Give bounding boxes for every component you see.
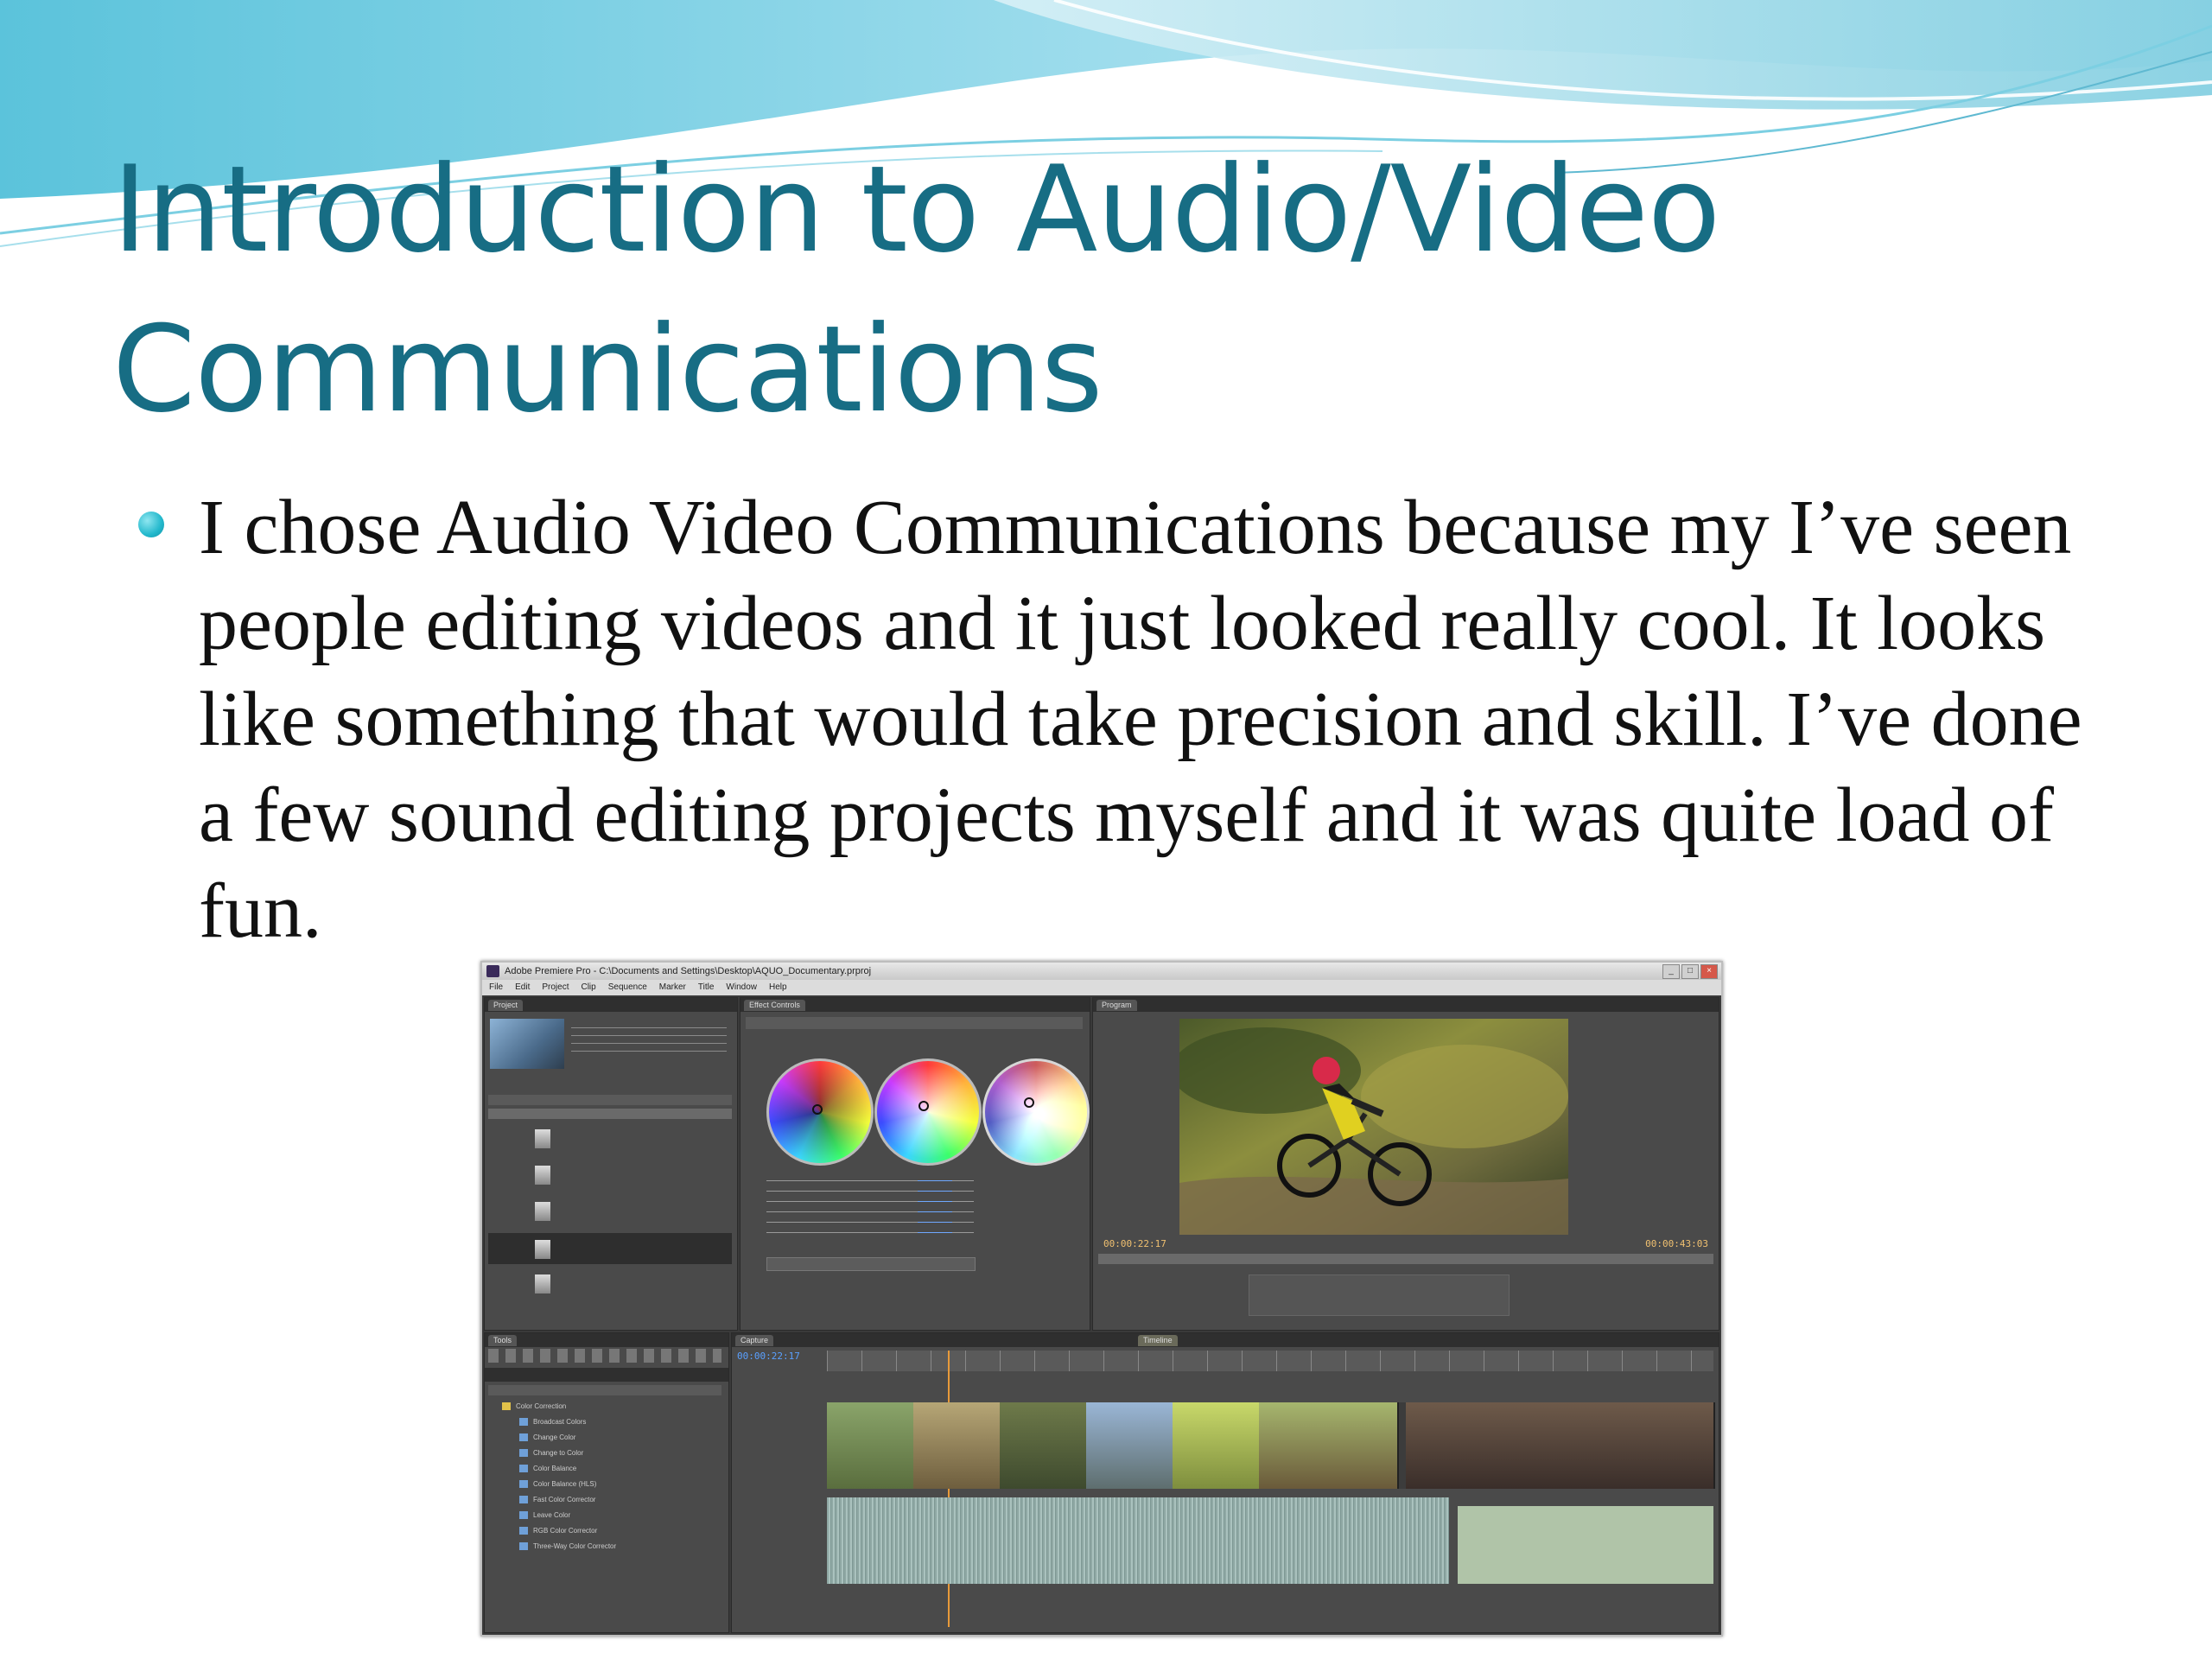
- effects-tree-row: RGB Color Corrector: [519, 1527, 597, 1537]
- wheel-handle: [918, 1101, 929, 1111]
- menu-sequence: Sequence: [607, 982, 647, 992]
- close-icon: ×: [1700, 964, 1718, 979]
- timeline-tab: Timeline: [1138, 1335, 1178, 1346]
- program-monitor-tabs: Program: [1093, 998, 1719, 1012]
- video-clip: [1086, 1402, 1174, 1489]
- slide-title: Introduction to Audio/Video Communicatio…: [112, 140, 1720, 439]
- effect-icon: [519, 1465, 528, 1473]
- menu-help: Help: [769, 982, 787, 992]
- effects-panel: Tools Color Correction Broadcast Colors …: [484, 1332, 729, 1633]
- video-clip: [827, 1402, 915, 1489]
- menu-window: Window: [726, 982, 757, 992]
- effect-icon: [519, 1480, 528, 1489]
- effect-icon: [519, 1496, 528, 1504]
- effects-tree-row: Color Correction: [502, 1402, 566, 1413]
- project-panel: Project: [484, 997, 738, 1331]
- premiere-pro-screenshot: Adobe Premiere Pro - C:\Documents and Se…: [480, 961, 1723, 1637]
- effects-search-bar: [488, 1385, 721, 1395]
- effects-tree-row: Three-Way Color Corrector: [519, 1542, 616, 1553]
- effect-controls-tab: Effect Controls: [744, 1000, 805, 1011]
- timeline-tabs: Capture Timeline: [732, 1333, 1719, 1347]
- bullet-dot-icon: [138, 512, 164, 537]
- effect-icon: [519, 1433, 528, 1442]
- screenshot-titlebar: Adobe Premiere Pro - C:\Documents and Se…: [482, 963, 1721, 980]
- audio-track: [827, 1497, 1449, 1584]
- effect-icon: [519, 1418, 528, 1427]
- minimize-icon: _: [1662, 964, 1680, 979]
- midtones-color-wheel: [874, 1058, 982, 1166]
- program-transport-controls: [1249, 1274, 1510, 1316]
- shadows-color-wheel: [766, 1058, 874, 1166]
- program-mini-timeline: [1098, 1254, 1713, 1264]
- screenshot-window-title: Adobe Premiere Pro - C:\Documents and Se…: [505, 966, 872, 976]
- menu-title: Title: [697, 982, 715, 992]
- auto-level-buttons: [766, 1257, 976, 1271]
- effects-tree-row: Color Balance (HLS): [519, 1480, 596, 1491]
- menu-clip: Clip: [581, 982, 596, 992]
- effect-icon: [519, 1542, 528, 1551]
- effect-icon: [519, 1527, 528, 1535]
- project-preview-thumb: [490, 1019, 564, 1069]
- tools-tab: Tools: [488, 1335, 518, 1346]
- effects-tree-row: Color Balance: [519, 1465, 576, 1475]
- project-item-thumb: [535, 1240, 550, 1259]
- capture-tab: Capture: [735, 1335, 774, 1346]
- effect-controls-header: [746, 1017, 1083, 1029]
- project-item-thumb: [535, 1202, 550, 1221]
- effect-icon: [519, 1511, 528, 1520]
- video-clip: [1000, 1402, 1088, 1489]
- video-track: [827, 1402, 1715, 1489]
- menu-marker: Marker: [658, 982, 686, 992]
- playhead: [948, 1351, 950, 1627]
- project-item-selected: [488, 1233, 732, 1264]
- effect-icon: [519, 1449, 528, 1458]
- video-clip: [1173, 1402, 1261, 1489]
- effect-controls-panel: Effect Controls: [740, 997, 1090, 1331]
- program-timecode-duration: 00:00:43:03: [1645, 1238, 1708, 1249]
- menu-file: File: [489, 982, 504, 992]
- bullet-list: I chose Audio Video Communications becau…: [138, 480, 2126, 959]
- project-search-bar: [488, 1095, 732, 1105]
- project-tab: Project: [488, 1000, 524, 1011]
- bullet-item: I chose Audio Video Communications becau…: [138, 480, 2126, 959]
- wheel-handle: [812, 1104, 823, 1115]
- effects-tree-row: Change Color: [519, 1433, 575, 1444]
- effect-controls-tabs: Effect Controls: [741, 998, 1090, 1012]
- audio-track-secondary: [1458, 1506, 1713, 1584]
- video-clip: [913, 1402, 1001, 1489]
- tools-tabs: Tools: [485, 1333, 728, 1347]
- effects-tree-row: Change to Color: [519, 1449, 583, 1459]
- effects-tree-row: Leave Color: [519, 1511, 570, 1522]
- effect-parameter-values: [918, 1171, 952, 1240]
- premiere-logo-icon: [486, 965, 499, 977]
- menu-project: Project: [542, 982, 569, 992]
- tools-icons-row: [488, 1349, 721, 1363]
- screenshot-window-controls: _ □ ×: [1662, 964, 1718, 979]
- effects-tabs: [485, 1368, 728, 1382]
- project-item-thumb: [535, 1274, 550, 1294]
- timeline-timecode: 00:00:22:17: [737, 1351, 800, 1362]
- effects-tree-row: Broadcast Colors: [519, 1418, 586, 1428]
- video-clip: [1406, 1402, 1715, 1489]
- project-list-header: [488, 1109, 732, 1119]
- screenshot-menubar: File Edit Project Clip Sequence Marker T…: [482, 980, 1721, 995]
- program-video-frame: [1179, 1019, 1568, 1235]
- highlights-color-wheel: [982, 1058, 1090, 1166]
- project-item-thumb: [535, 1166, 550, 1185]
- menu-edit: Edit: [515, 982, 531, 992]
- folder-icon: [502, 1402, 511, 1411]
- project-item-thumb: [535, 1129, 550, 1148]
- bullet-text: I chose Audio Video Communications becau…: [199, 485, 2082, 954]
- effects-tree-row: Fast Color Corrector: [519, 1496, 595, 1506]
- video-clip: [1259, 1402, 1399, 1489]
- project-panel-tabs: Project: [485, 998, 737, 1012]
- program-tab: Program: [1096, 1000, 1137, 1011]
- program-timecode-current: 00:00:22:17: [1103, 1238, 1166, 1249]
- wheel-handle: [1024, 1097, 1034, 1108]
- timeline-panel: Capture Timeline 00:00:22:17: [731, 1332, 1719, 1633]
- program-monitor-panel: Program 00:00:22:17 00:00:43:03: [1092, 997, 1719, 1331]
- project-info-lines: [571, 1020, 727, 1055]
- timeline-ruler: [827, 1351, 1713, 1371]
- maximize-icon: □: [1681, 964, 1699, 979]
